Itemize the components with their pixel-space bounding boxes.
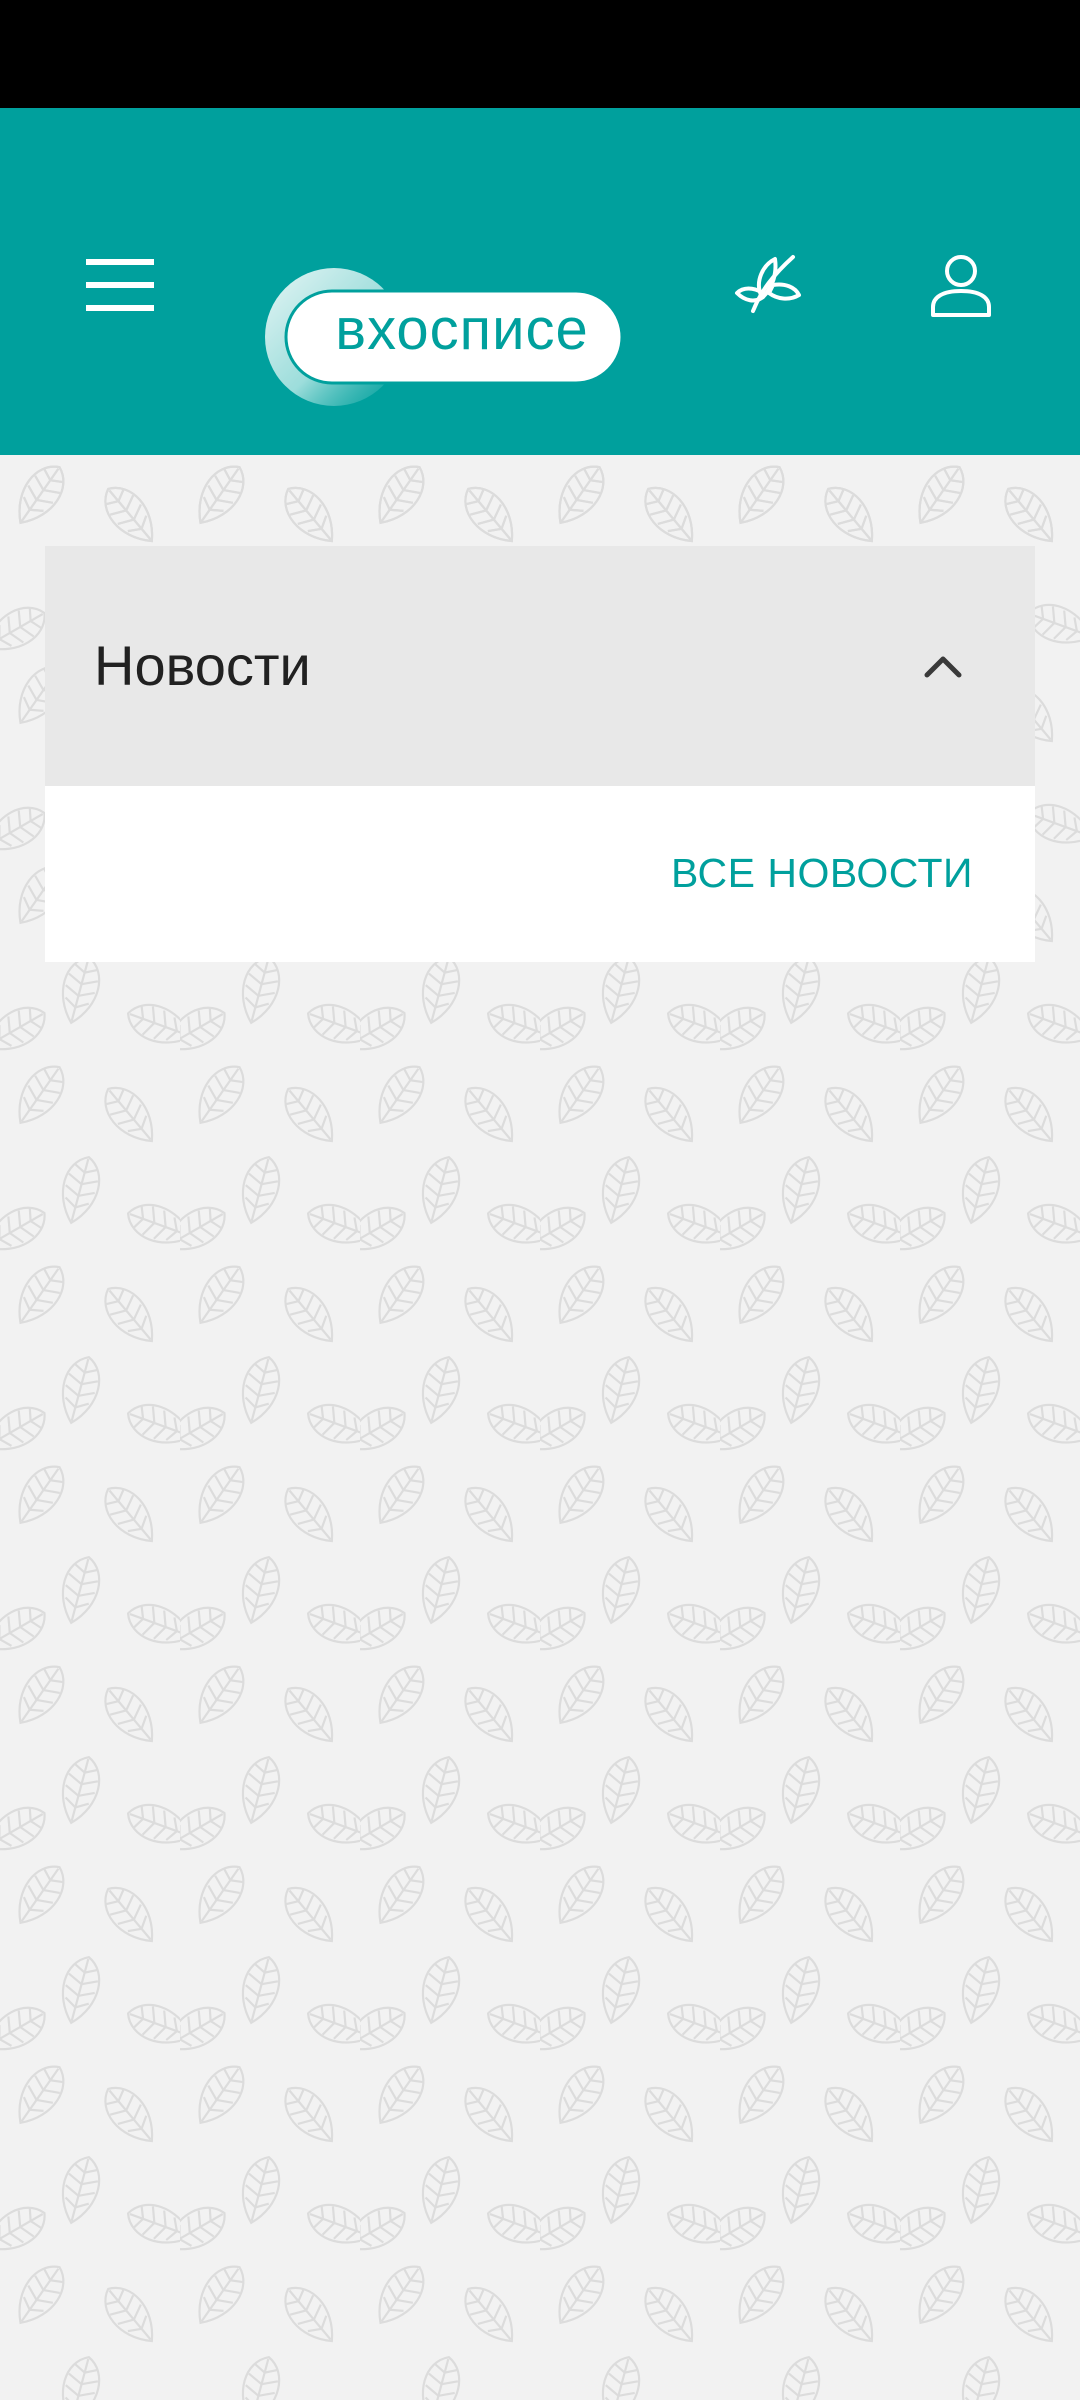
menu-button[interactable]	[70, 235, 170, 335]
profile-icon	[931, 255, 991, 317]
news-panel-header[interactable]: Новости	[45, 546, 1035, 786]
menu-icon	[86, 259, 154, 311]
chevron-up-icon[interactable]	[913, 636, 973, 696]
app-logo[interactable]: вхосписе	[262, 265, 626, 409]
leaf-pattern-top-strip	[0, 455, 1080, 546]
news-title: Новости	[94, 634, 311, 697]
news-panel-body: ВСЕ НОВОСТИ	[45, 786, 1035, 962]
status-bar	[0, 0, 1080, 108]
app-header: вхосписе	[0, 108, 1080, 455]
profile-button[interactable]	[911, 235, 1011, 335]
butterfly-icon	[735, 255, 801, 313]
logo-text: вхосписе	[335, 296, 589, 362]
butterfly-button[interactable]	[718, 235, 818, 335]
all-news-button[interactable]: ВСЕ НОВОСТИ	[671, 850, 973, 897]
news-panel: Новости ВСЕ НОВОСТИ	[45, 546, 1035, 962]
